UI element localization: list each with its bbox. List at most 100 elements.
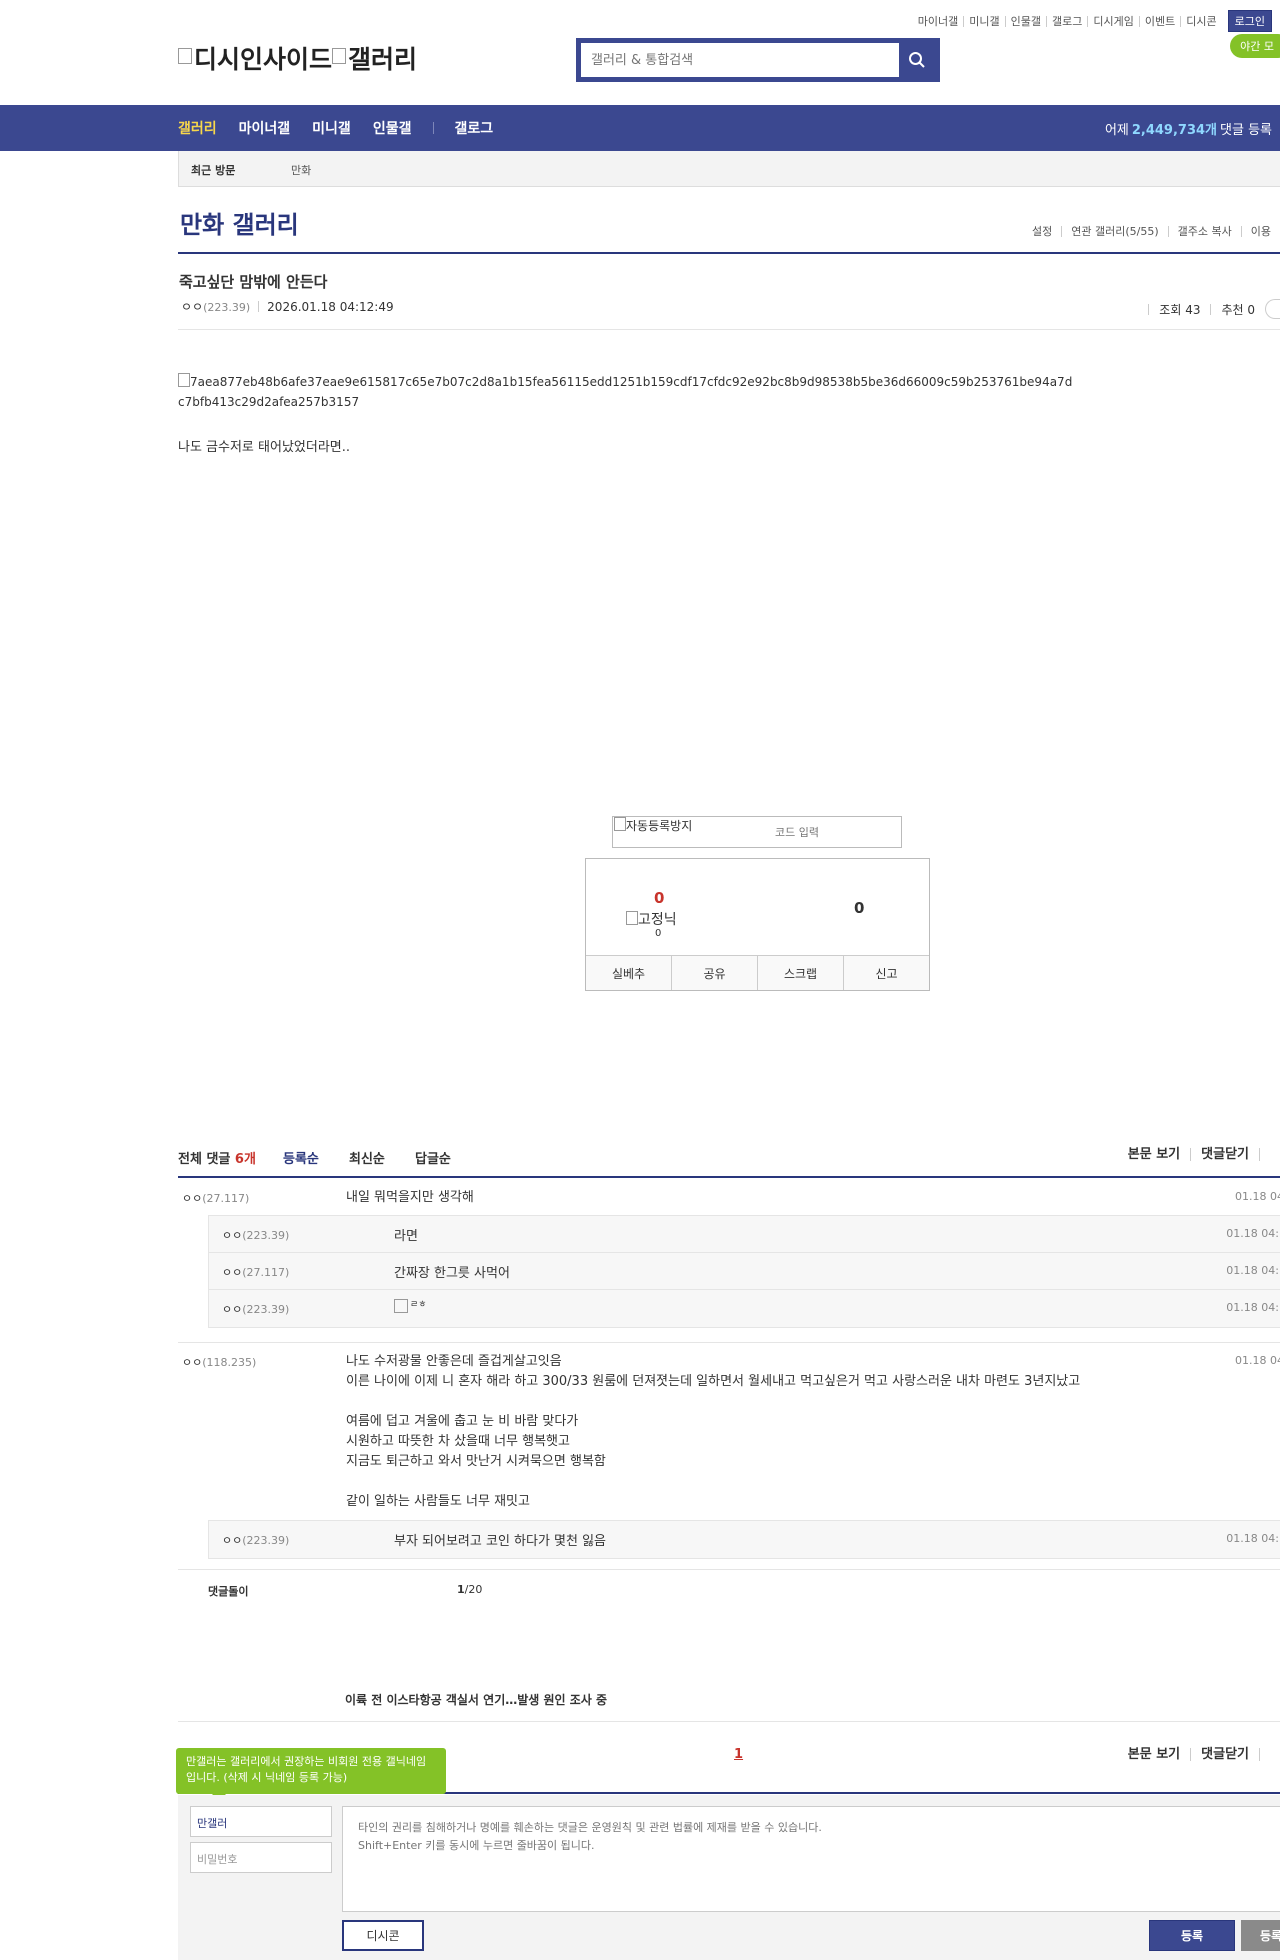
top-util-links: 마이너갤 미니갤 인물갤 갤로그 디시게임 이벤트 디시콘 로그인 <box>913 10 1272 32</box>
site-logo[interactable]: 디시인사이드 갤러리 <box>178 40 417 76</box>
gallery-menu: 설정 연관 갤러리(5/55) 갤주소 복사 이용 <box>1023 226 1280 237</box>
post-stats: 조회 43 추천 0 <box>1138 299 1280 319</box>
nav-gallery[interactable]: 갤러리 <box>178 118 217 138</box>
comment-bot-page-current: 1 <box>457 1583 465 1596</box>
close-comments-link-bottom[interactable]: 댓글닫기 <box>1190 1748 1259 1761</box>
broken-image-icon <box>332 48 347 64</box>
logo-gallery-alt: 갤러리 <box>348 45 418 74</box>
reply-author[interactable]: ㅇㅇ(223.39) <box>222 1301 289 1317</box>
view-body-link-bottom[interactable]: 본문 보기 <box>1118 1748 1190 1761</box>
comment-bot-label: 댓글돌이 <box>208 1585 249 1598</box>
gallery-settings[interactable]: 설정 <box>1023 226 1061 237</box>
comment-page-1[interactable]: 1 <box>734 1747 743 1762</box>
scrap-button[interactable]: 스크랩 <box>757 956 843 990</box>
comment-shortcut-icon[interactable] <box>1265 299 1280 319</box>
broken-image-icon <box>178 48 192 64</box>
comments-total: 전체 댓글 6개 <box>178 1148 256 1167</box>
reply-author[interactable]: ㅇㅇ(223.39) <box>222 1532 289 1548</box>
comment-date: 01.18 04 <box>1235 1190 1280 1203</box>
nav-minor[interactable]: 마이너갤 <box>239 118 291 138</box>
reply-image[interactable]: ㄹㅎ <box>394 1299 427 1315</box>
search-input[interactable] <box>581 43 899 77</box>
report-button[interactable]: 신고 <box>843 956 929 990</box>
recent-item[interactable]: 만화 <box>291 162 311 178</box>
post-body-text: 나도 금수저로 태어났었더라면.. <box>178 440 351 455</box>
post-title: 죽고싶단 맘밖에 안든다 <box>179 273 328 291</box>
reply-date: 01.18 04:1 <box>1226 1532 1280 1545</box>
search-box <box>576 38 940 82</box>
post-image-alt: 7aea877eb48b6afe37eae9e615817c65e7b07c2d… <box>178 375 1073 409</box>
reply-author[interactable]: ㅇㅇ(27.117) <box>222 1264 289 1280</box>
reply-date: 01.18 04:1 <box>1226 1301 1280 1314</box>
divider <box>178 1569 1280 1570</box>
comment-bot-page-total: /20 <box>464 1583 483 1596</box>
search-button[interactable] <box>897 41 937 79</box>
reply-row: ㅇㅇ(223.39) 라면 01.18 04:1 <box>208 1215 1280 1252</box>
sort-replies[interactable]: 답글순 <box>415 1148 451 1167</box>
nickname-tooltip: 만갤러는 갤러리에서 권장하는 비회원 전용 갤닉네임입니다. (삭제 시 닉네… <box>176 1748 446 1801</box>
reply-date: 01.18 04:1 <box>1226 1227 1280 1240</box>
password-field[interactable]: 비밀번호 <box>190 1842 332 1873</box>
close-comments-link[interactable]: 댓글닫기 <box>1190 1148 1259 1161</box>
comment-text: 내일 뭐먹을지만 생각해 <box>346 1190 474 1205</box>
post-views: 조회 43 <box>1159 302 1201 317</box>
comment-author[interactable]: ㅇㅇ(27.117) <box>182 1190 249 1206</box>
util-link-game[interactable]: 디시게임 <box>1087 15 1138 27</box>
util-link-minor[interactable]: 마이너갤 <box>913 16 963 27</box>
util-link-gallog[interactable]: 갤로그 <box>1046 15 1087 27</box>
reply-text: 라면 <box>394 1229 418 1244</box>
fixed-nick-upvote[interactable]: 고정닉 <box>626 909 677 929</box>
nav-mini[interactable]: 미니갤 <box>312 118 351 138</box>
reply-text: 부자 되어보려고 코인 하다가 몇천 잃음 <box>394 1534 607 1549</box>
nav-person[interactable]: 인물갤 <box>373 118 412 138</box>
logo-dc-alt: 디시인사이드 <box>194 45 333 74</box>
comment-textarea[interactable] <box>342 1806 1280 1912</box>
night-mode-toggle[interactable]: 야간 모 <box>1230 34 1280 58</box>
reply-row: ㅇㅇ(223.39) 부자 되어보려고 코인 하다가 몇천 잃음 01.18 0… <box>208 1520 1280 1559</box>
reply-date: 01.18 04:1 <box>1226 1264 1280 1277</box>
post-author[interactable]: ㅇㅇ <box>181 300 203 314</box>
broken-image-icon <box>178 373 190 387</box>
related-gallery[interactable]: 연관 갤러리(5/55) <box>1061 226 1167 237</box>
divider <box>178 1342 1280 1343</box>
captcha-alt: 자동등록방지 <box>626 819 693 833</box>
comment-bot-page: 1/20 <box>457 1583 482 1596</box>
nav-gallog[interactable]: 갤로그 <box>454 118 493 138</box>
divider <box>178 1176 1280 1178</box>
reply-author[interactable]: ㅇㅇ(223.39) <box>222 1227 289 1243</box>
post-image[interactable]: 7aea877eb48b6afe37eae9e615817c65e7b07c2d… <box>178 372 1078 412</box>
nickname-field[interactable]: 만갤러 <box>190 1806 332 1837</box>
comment-date: 01.18 04 <box>1235 1354 1280 1367</box>
util-link-person[interactable]: 인물갤 <box>1004 15 1046 27</box>
util-link-mini[interactable]: 미니갤 <box>963 15 1004 27</box>
dccon-button[interactable]: 디시콘 <box>342 1920 424 1951</box>
news-headline[interactable]: 이륙 전 이스타항공 객실서 연기…발생 원인 조사 중 <box>345 1691 607 1708</box>
util-link-dccon[interactable]: 디시콘 <box>1180 15 1221 27</box>
sort-latest[interactable]: 최신순 <box>349 1148 385 1167</box>
broken-image-icon <box>614 817 626 831</box>
login-button[interactable]: 로그인 <box>1227 10 1272 32</box>
captcha-image: 자동등록방지 <box>614 817 692 834</box>
submit-and-recommend-button[interactable]: 등록 <box>1241 1920 1280 1951</box>
sort-registered[interactable]: 등록순 <box>283 1148 319 1167</box>
util-link-event[interactable]: 이벤트 <box>1138 15 1180 27</box>
real-best-button[interactable]: 실베추 <box>586 956 671 990</box>
gallery-title[interactable]: 만화 갤러리 <box>180 205 299 240</box>
reply-image-alt: ㄹㅎ <box>410 1300 427 1310</box>
submit-button[interactable]: 등록 <box>1149 1920 1235 1951</box>
footer-links: 본문 보기 댓글닫기 <box>1118 1748 1280 1761</box>
comment-stat: 어제 2,449,734개 댓글 등록 <box>1105 105 1272 151</box>
copy-gallery-address[interactable]: 갤주소 복사 <box>1167 226 1241 237</box>
share-button[interactable]: 공유 <box>671 956 757 990</box>
divider <box>178 329 1280 330</box>
post-author-ip: (223.39) <box>203 301 251 314</box>
upvote-count: 0 <box>654 889 665 907</box>
captcha-input[interactable] <box>763 821 911 843</box>
post-info: ㅇㅇ(223.39) 2026.01.18 04:12:49 <box>181 298 394 315</box>
view-body-link[interactable]: 본문 보기 <box>1118 1148 1190 1161</box>
comment-author[interactable]: ㅇㅇ(118.235) <box>182 1354 256 1370</box>
gallery-usage[interactable]: 이용 <box>1240 226 1280 237</box>
captcha-box: 자동등록방지 <box>612 816 911 848</box>
recommend-box: 0 고정닉 0 0 실베추 공유 스크랩 신고 <box>585 858 930 991</box>
comment-text: 나도 수저광물 안좋은데 즐겁게살고잇음 이른 나이에 이제 니 혼자 해라 하… <box>346 1354 1081 1509</box>
